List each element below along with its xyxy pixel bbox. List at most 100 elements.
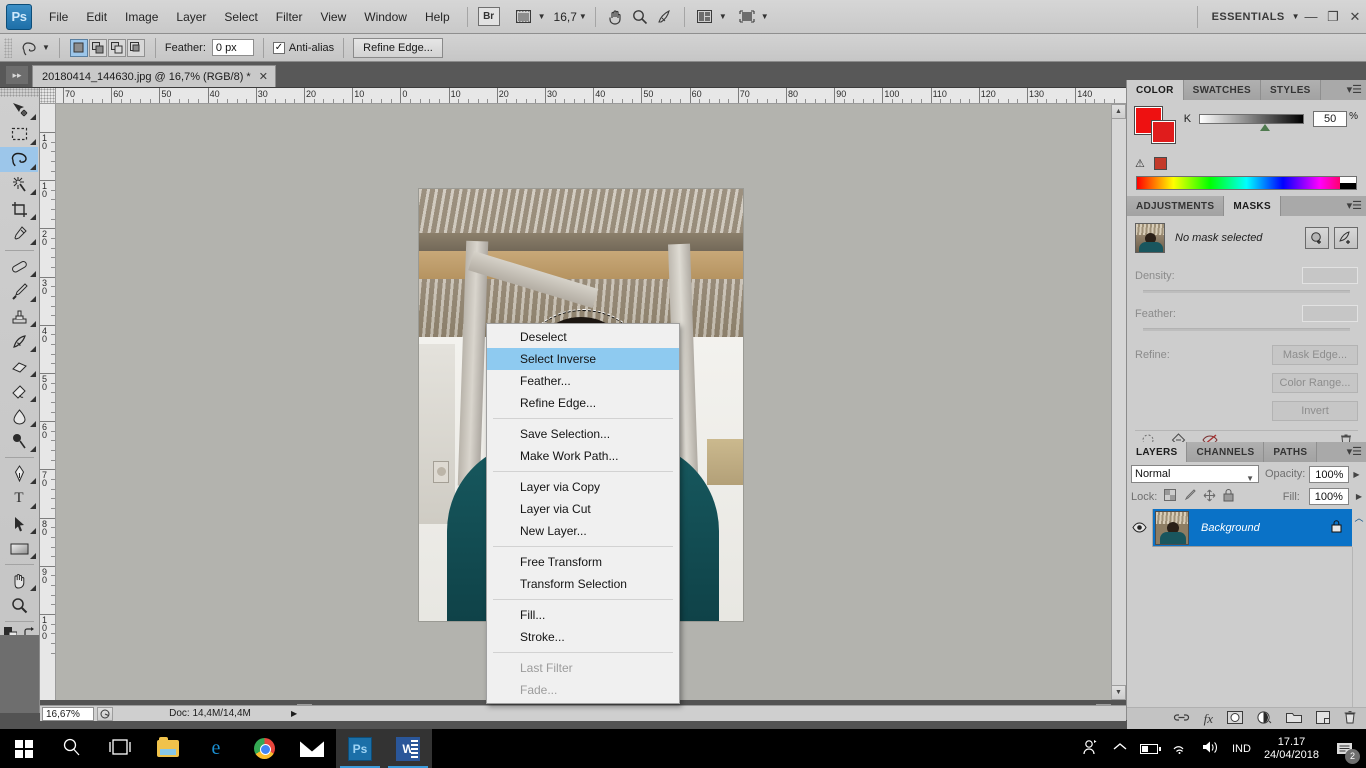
horizontal-ruler[interactable]: 70 60 50 40 30 20 10 0 10 20 30 40 50 60 70 80 90 100 110 1… [40, 88, 1126, 104]
tool-submenu-triangle-icon[interactable] [30, 585, 36, 591]
show-hidden-icons-icon[interactable] [1113, 742, 1127, 755]
tool-submenu-triangle-icon[interactable] [30, 553, 36, 559]
ruler-origin-corner[interactable] [40, 88, 56, 104]
blend-mode-select[interactable]: Normal ▼ [1131, 465, 1259, 483]
pen-tool[interactable] [0, 461, 38, 486]
tab-paths[interactable]: PATHS [1264, 442, 1318, 462]
intersect-with-selection-button[interactable] [126, 38, 145, 57]
panel-menu-icon[interactable]: ▾☰ [1347, 445, 1362, 458]
background-color-swatch[interactable] [1152, 121, 1175, 143]
context-menu-item[interactable]: Refine Edge... [487, 392, 679, 414]
context-menu-item[interactable]: Make Work Path... [487, 445, 679, 467]
canvas-vertical-scrollbar[interactable]: ▲ ▼ [1111, 104, 1126, 700]
eraser-tool[interactable] [0, 354, 38, 379]
tool-submenu-triangle-icon[interactable] [30, 214, 36, 220]
tool-submenu-triangle-icon[interactable] [30, 346, 36, 352]
adjustment-layer-icon[interactable] [1257, 710, 1272, 727]
opacity-scrubber-icon[interactable]: ▶ [1353, 470, 1359, 479]
mask-edge-button[interactable]: Mask Edge... [1272, 345, 1358, 365]
brush-tool[interactable] [0, 279, 38, 304]
feather-slider[interactable] [1143, 328, 1350, 331]
clock[interactable]: 17.17 24/04/2018 [1264, 736, 1319, 762]
launch-bridge-button[interactable]: Br [477, 7, 500, 26]
menu-image[interactable]: Image [116, 6, 167, 28]
k-channel-slider[interactable] [1199, 114, 1305, 131]
menu-file[interactable]: File [40, 6, 77, 28]
menu-edit[interactable]: Edit [77, 6, 116, 28]
subtract-from-selection-button[interactable] [107, 38, 126, 57]
crop-tool[interactable] [0, 197, 38, 222]
scroll-down-icon[interactable]: ▼ [1111, 685, 1126, 700]
tool-submenu-triangle-icon[interactable] [30, 503, 36, 509]
panel-menu-icon[interactable]: ▾☰ [1347, 199, 1362, 212]
restore-button[interactable]: ❐ [1322, 6, 1344, 28]
tool-submenu-triangle-icon[interactable] [30, 421, 36, 427]
rotate-view-icon[interactable] [652, 6, 676, 28]
workspace-switcher[interactable]: ESSENTIALS ▼ [1196, 5, 1300, 28]
file-explorer-button[interactable] [144, 729, 192, 768]
tool-submenu-triangle-icon[interactable] [30, 296, 36, 302]
arrange-chevron-down-icon[interactable]: ▼ [719, 12, 727, 21]
layer-visibility-eye-icon[interactable] [1127, 508, 1153, 547]
lock-all-icon[interactable] [1223, 488, 1234, 505]
tab-styles[interactable]: STYLES [1260, 80, 1321, 100]
lock-transparent-pixels-icon[interactable] [1164, 489, 1177, 504]
add-vector-mask-icon[interactable] [1334, 227, 1358, 249]
spot-healing-brush-tool[interactable] [0, 254, 38, 279]
tab-channels[interactable]: CHANNELS [1187, 442, 1265, 462]
menu-help[interactable]: Help [416, 6, 459, 28]
mask-feather-input[interactable] [1302, 305, 1358, 322]
tool-submenu-triangle-icon[interactable] [30, 114, 36, 120]
lasso-tool-icon[interactable] [18, 38, 40, 58]
layers-scroll-up-icon[interactable]: ︿ [1352, 508, 1366, 547]
document-tab[interactable]: 20180414_144630.jpg @ 16,7% (RGB/8) * ✕ [32, 65, 276, 87]
out-of-gamut-swatch[interactable] [1154, 157, 1167, 170]
context-menu-item[interactable]: Fill... [487, 604, 679, 626]
history-brush-tool[interactable] [0, 329, 38, 354]
tool-submenu-triangle-icon[interactable] [30, 321, 36, 327]
menu-select[interactable]: Select [215, 6, 266, 28]
vertical-ruler[interactable]: 10 10 20 30 40 50 60 70 80 90 100 [40, 104, 56, 700]
eyedropper-tool[interactable] [0, 222, 38, 247]
screen-mode-icon[interactable] [735, 6, 759, 28]
tab-masks[interactable]: MASKS [1224, 196, 1281, 216]
photoshop-button[interactable]: Ps [336, 729, 384, 768]
k-slider-thumb[interactable] [1260, 124, 1271, 131]
blur-tool[interactable] [0, 404, 38, 429]
lasso-tool[interactable] [0, 147, 38, 172]
context-menu-item[interactable]: Save Selection... [487, 423, 679, 445]
link-layers-icon[interactable] [1173, 712, 1190, 726]
color-range-button[interactable]: Color Range... [1272, 373, 1358, 393]
scroll-up-icon[interactable]: ▲ [1111, 104, 1126, 119]
action-center-button[interactable]: 2 [1332, 736, 1360, 764]
context-menu-item[interactable]: Feather... [487, 370, 679, 392]
context-menu-item[interactable]: Free Transform [487, 551, 679, 573]
feather-input[interactable]: 0 px [211, 39, 254, 56]
k-value-input[interactable]: 50 [1313, 111, 1348, 127]
invert-button[interactable]: Invert [1272, 401, 1358, 421]
path-selection-tool[interactable] [0, 511, 38, 536]
close-icon[interactable]: ✕ [259, 70, 268, 83]
volume-icon[interactable] [1201, 740, 1219, 757]
tools-panel-grip[interactable] [0, 88, 39, 97]
move-tool[interactable] [0, 97, 38, 122]
zoom-tool[interactable] [0, 593, 38, 618]
new-group-icon[interactable] [1286, 711, 1302, 726]
hand-icon[interactable] [604, 6, 628, 28]
context-menu-item[interactable]: Stroke... [487, 626, 679, 648]
horizontal-type-tool[interactable]: T [0, 486, 38, 511]
mail-button[interactable] [288, 729, 336, 768]
new-selection-button[interactable] [69, 38, 88, 57]
context-menu-item[interactable]: Deselect [487, 326, 679, 348]
close-button[interactable]: ✕ [1344, 6, 1366, 28]
context-menu-item[interactable]: Layer via Cut [487, 498, 679, 520]
add-pixel-mask-icon[interactable] [1305, 227, 1329, 249]
color-spectrum-ramp[interactable] [1136, 176, 1357, 190]
zoom-percentage-input[interactable]: 16,67% [42, 706, 94, 721]
density-input[interactable] [1302, 267, 1358, 284]
word-button[interactable]: W [384, 729, 432, 768]
tab-color[interactable]: COLOR [1127, 80, 1184, 100]
wifi-icon[interactable] [1171, 740, 1188, 757]
density-slider[interactable] [1143, 290, 1350, 293]
layer-row[interactable]: Background ︿ [1127, 508, 1366, 547]
